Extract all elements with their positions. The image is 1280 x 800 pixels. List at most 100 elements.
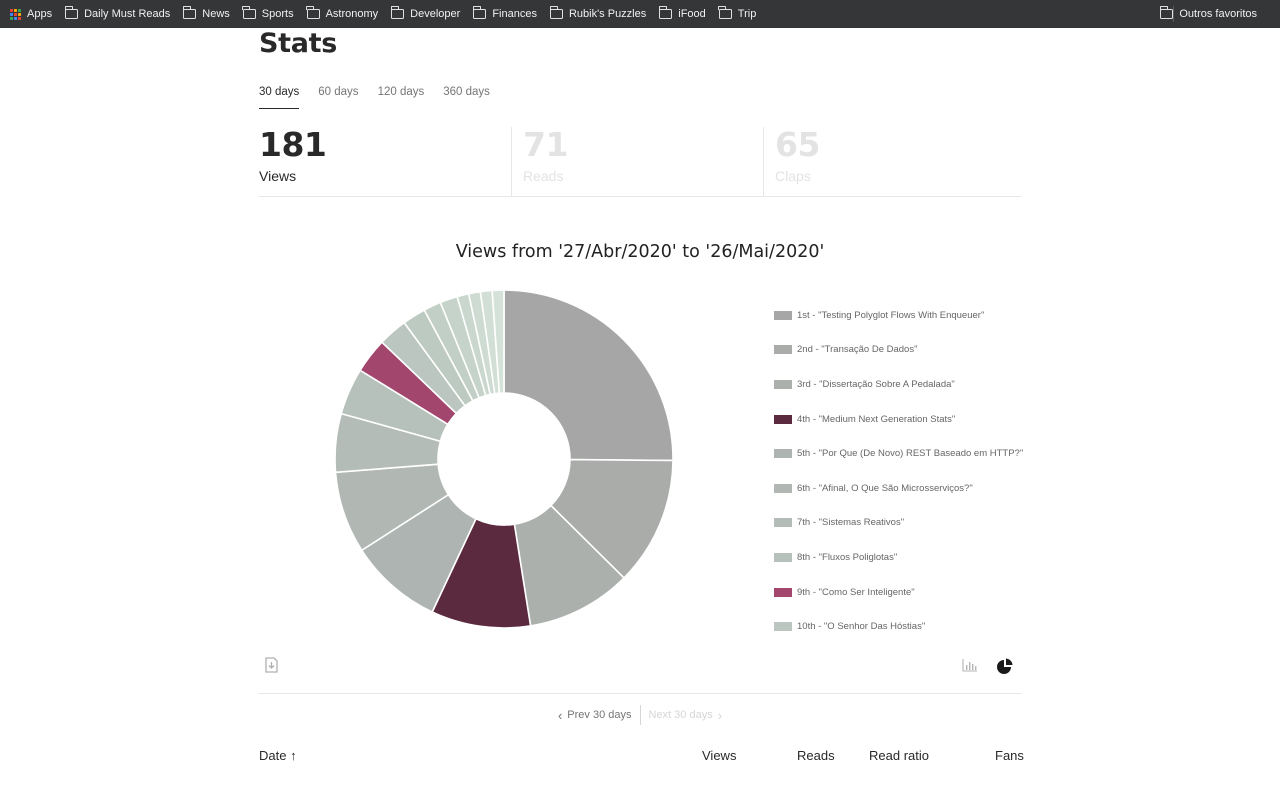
- views-pie-chart: [335, 289, 674, 629]
- legend-label: 1st - "Testing Polyglot Flows With Enque…: [797, 309, 985, 321]
- bookmark-folder[interactable]: Astronomy: [306, 0, 386, 28]
- tab-60-days[interactable]: 60 days: [318, 86, 358, 109]
- column-read-ratio[interactable]: Read ratio: [869, 748, 929, 763]
- legend-item-7[interactable]: 7th - "Sistemas Reativos": [774, 506, 1023, 541]
- legend-swatch: [774, 587, 792, 597]
- legend-item-3[interactable]: 3rd - "Dissertação Sobre A Pedalada": [774, 367, 1023, 402]
- pie-chart-icon[interactable]: [997, 658, 1013, 674]
- column-fans[interactable]: Fans: [995, 748, 1024, 763]
- bar-chart-icon[interactable]: [962, 658, 978, 672]
- bookmark-label: Rubik's Puzzles: [568, 8, 647, 20]
- bookmark-label: Outros favoritos: [1179, 8, 1257, 20]
- reads-label: Reads: [523, 168, 564, 184]
- bookmark-label: Astronomy: [325, 8, 379, 20]
- folder-icon: [64, 6, 79, 19]
- views-count: 181: [259, 125, 327, 164]
- metrics-row: 181 Views 71 Reads 65 Claps: [259, 127, 1021, 197]
- bookmark-label: News: [202, 8, 230, 20]
- folder-icon: [390, 6, 405, 19]
- folder-icon: [242, 6, 256, 19]
- bookmark-folder[interactable]: Daily Must Reads: [64, 0, 177, 28]
- next-period-button: Next 30 days ›: [641, 708, 728, 723]
- column-date[interactable]: Date ↑: [259, 748, 297, 763]
- bookmark-folder[interactable]: Developer: [390, 0, 467, 28]
- chart-legend: 1st - "Testing Polyglot Flows With Enque…: [774, 298, 1023, 644]
- claps-label: Claps: [775, 168, 811, 184]
- folder-icon: [306, 6, 320, 19]
- folder-icon: [472, 6, 487, 19]
- folder-icon: [549, 6, 563, 19]
- bookmark-label: iFood: [678, 8, 706, 20]
- column-date-label: Date: [259, 748, 287, 763]
- chart-title: Views from '27/Abr/2020' to '26/Mai/2020…: [455, 242, 825, 262]
- bookmark-label: Developer: [410, 8, 461, 20]
- legend-item-6[interactable]: 6th - "Afinal, O Que São Microsserviços?…: [774, 471, 1023, 506]
- folder-icon: [658, 6, 673, 19]
- bookmark-folder[interactable]: Sports: [242, 0, 301, 28]
- bookmark-folder[interactable]: iFood: [658, 0, 713, 28]
- legend-item-9[interactable]: 9th - "Como Ser Inteligente": [774, 575, 1023, 610]
- legend-label: 9th - "Como Ser Inteligente": [797, 586, 915, 598]
- chevron-left-icon: ‹: [557, 707, 563, 723]
- prev-period-button[interactable]: ‹ Prev 30 days: [553, 708, 640, 723]
- chevron-right-icon: ›: [717, 707, 723, 723]
- reads-count: 71: [523, 125, 568, 164]
- folder-icon: [1159, 6, 1174, 19]
- bookmark-folder[interactable]: News: [182, 0, 237, 28]
- folder-icon: [182, 6, 197, 19]
- bookmark-other-favorites[interactable]: Outros favoritos: [1159, 0, 1264, 28]
- legend-swatch: [774, 483, 792, 493]
- legend-label: 8th - "Fluxos Poliglotas": [797, 551, 898, 563]
- legend-item-1[interactable]: 1st - "Testing Polyglot Flows With Enque…: [774, 298, 1023, 333]
- stats-table-header: Date ↑ Views Reads Read ratio Fans: [259, 748, 1024, 768]
- legend-item-5[interactable]: 5th - "Por Que (De Novo) REST Baseado em…: [774, 436, 1023, 471]
- prev-period-label: Prev 30 days: [567, 709, 632, 721]
- metric-reads[interactable]: 71 Reads: [511, 127, 763, 197]
- period-pager: ‹ Prev 30 days Next 30 days ›: [259, 705, 1021, 725]
- views-label: Views: [259, 168, 297, 184]
- legend-swatch: [774, 379, 792, 389]
- pie-slice-1[interactable]: [503, 289, 674, 462]
- bookmark-folder[interactable]: Finances: [472, 0, 544, 28]
- legend-item-2[interactable]: 2nd - "Transação De Dados": [774, 333, 1023, 368]
- legend-label: 3rd - "Dissertação Sobre A Pedalada": [797, 378, 955, 390]
- claps-count: 65: [775, 125, 820, 164]
- sort-arrow-icon: ↑: [290, 748, 297, 763]
- legend-swatch: [774, 414, 792, 424]
- column-reads[interactable]: Reads: [797, 748, 835, 763]
- tab-360-days[interactable]: 360 days: [443, 86, 490, 109]
- legend-label: 5th - "Por Que (De Novo) REST Baseado em…: [797, 448, 1024, 460]
- legend-item-8[interactable]: 8th - "Fluxos Poliglotas": [774, 540, 1023, 575]
- page-title: Stats: [259, 28, 338, 59]
- bookmark-label: Finances: [492, 8, 537, 20]
- legend-label: 2nd - "Transação De Dados": [797, 344, 918, 356]
- download-icon[interactable]: [265, 657, 278, 673]
- bookmark-folder[interactable]: Trip: [718, 0, 764, 28]
- legend-swatch: [774, 552, 792, 562]
- legend-label: 7th - "Sistemas Reativos": [797, 517, 905, 529]
- legend-swatch: [774, 310, 792, 320]
- metric-claps[interactable]: 65 Claps: [763, 127, 1015, 197]
- legend-swatch: [774, 345, 792, 355]
- bookmark-label: Daily Must Reads: [84, 8, 171, 20]
- legend-swatch: [774, 449, 792, 459]
- bookmark-label: Sports: [261, 8, 294, 20]
- bookmark-folder[interactable]: Rubik's Puzzles: [549, 0, 653, 28]
- legend-item-10[interactable]: 10th - "O Senhor Das Hóstias": [774, 609, 1023, 644]
- legend-item-4[interactable]: 4th - "Medium Next Generation Stats": [774, 402, 1023, 437]
- tab-120-days[interactable]: 120 days: [378, 86, 425, 109]
- legend-label: 10th - "O Senhor Das Hóstias": [797, 621, 926, 633]
- metric-views[interactable]: 181 Views: [259, 127, 511, 197]
- bookmark-label: Trip: [737, 8, 757, 20]
- tab-30-days[interactable]: 30 days: [259, 86, 300, 109]
- column-views[interactable]: Views: [702, 748, 736, 763]
- apps-grid-icon: [10, 8, 21, 20]
- bookmark-apps-label: Apps: [27, 8, 53, 20]
- bookmarks-bar: Apps Daily Must Reads News Sports Astron…: [0, 0, 1280, 28]
- bookmark-apps[interactable]: Apps: [10, 0, 59, 28]
- folder-icon: [718, 6, 732, 19]
- next-period-label: Next 30 days: [648, 709, 713, 721]
- legend-swatch: [774, 518, 792, 528]
- period-tabs: 30 days 60 days 120 days 360 days: [259, 86, 509, 109]
- section-divider: [259, 693, 1021, 694]
